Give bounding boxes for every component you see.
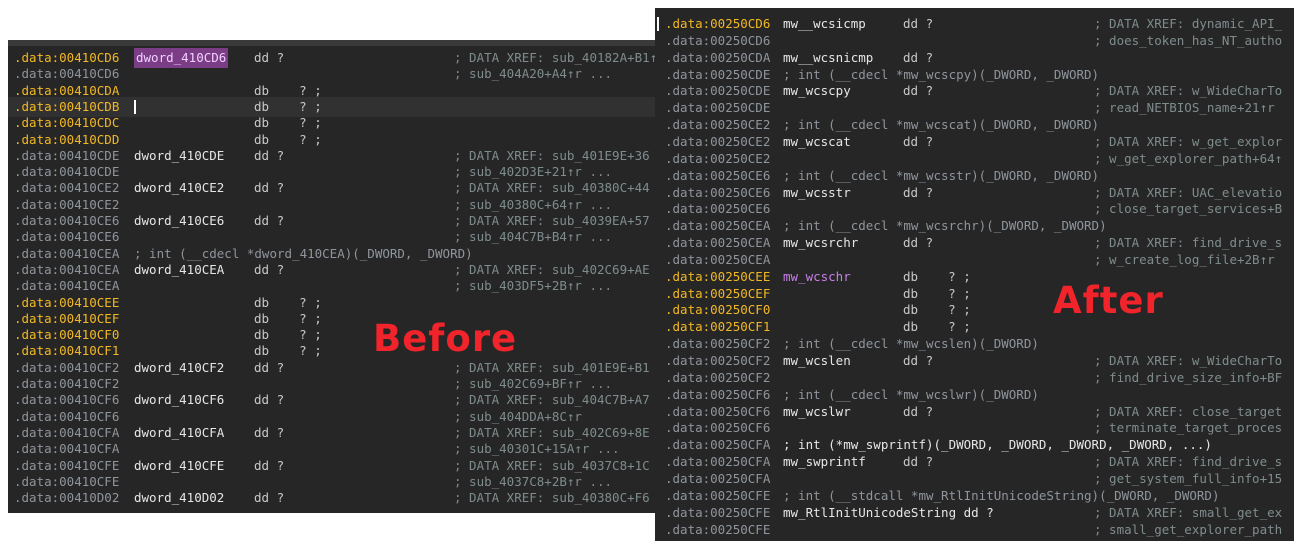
listing-line[interactable]: .data:00410D02 dword_410D02 dd ? ; DATA XRE… [8, 488, 655, 508]
before-disassembly-panel[interactable]: .data:00410CD6 dword_410CD6 dd ?; DATA XRE… [8, 40, 655, 513]
after-disassembly-panel[interactable]: .data:00250CD6 mw__wcsicmp dd ?; DATA XREF… [655, 8, 1294, 541]
text-cursor [657, 17, 659, 31]
xref-comment[interactable]: ; DATA XREF: sub_40380C+F6 [454, 488, 650, 508]
directive: dd ? [254, 490, 285, 506]
address: .data:00250CFE [665, 521, 771, 537]
listing-line[interactable]: .data:00250CFE ; small_get_explorer_path [655, 520, 1294, 540]
address: .data:00410D02 [14, 490, 120, 506]
before-panel-top-strip [8, 40, 655, 46]
text-cursor [134, 99, 136, 114]
symbol-name[interactable]: dword_410D02 [134, 488, 224, 508]
after-label: After [1053, 279, 1164, 322]
before-label: Before [373, 317, 518, 360]
xref-comment[interactable]: ; small_get_explorer_path [1094, 520, 1282, 540]
